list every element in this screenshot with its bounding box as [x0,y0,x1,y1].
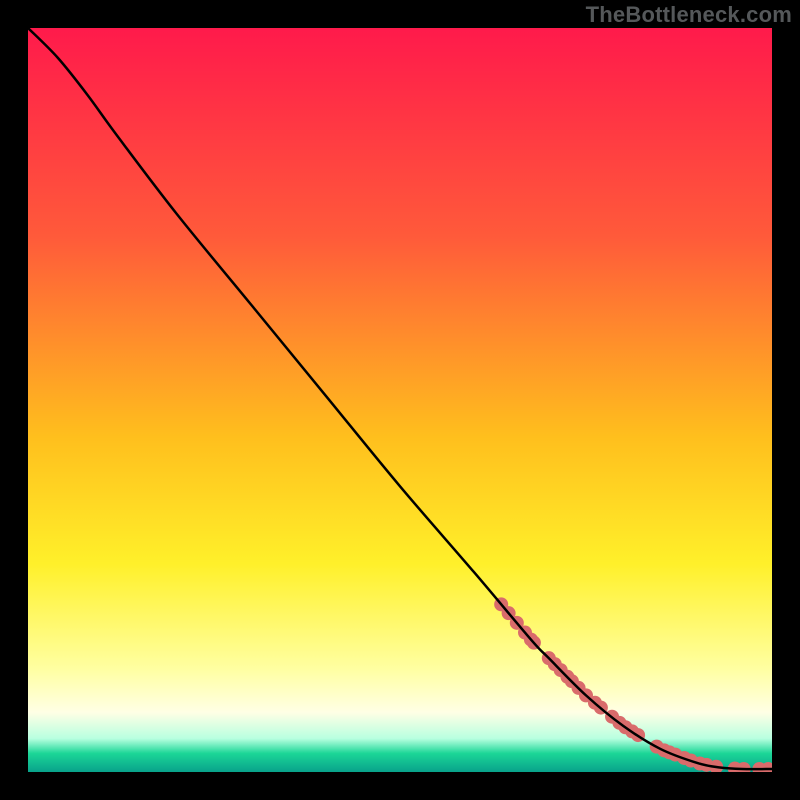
plot-area [28,28,772,772]
watermark-text: TheBottleneck.com [586,2,792,28]
chart-frame: TheBottleneck.com [0,0,800,800]
plot-svg [28,28,772,772]
gradient-background [28,28,772,772]
